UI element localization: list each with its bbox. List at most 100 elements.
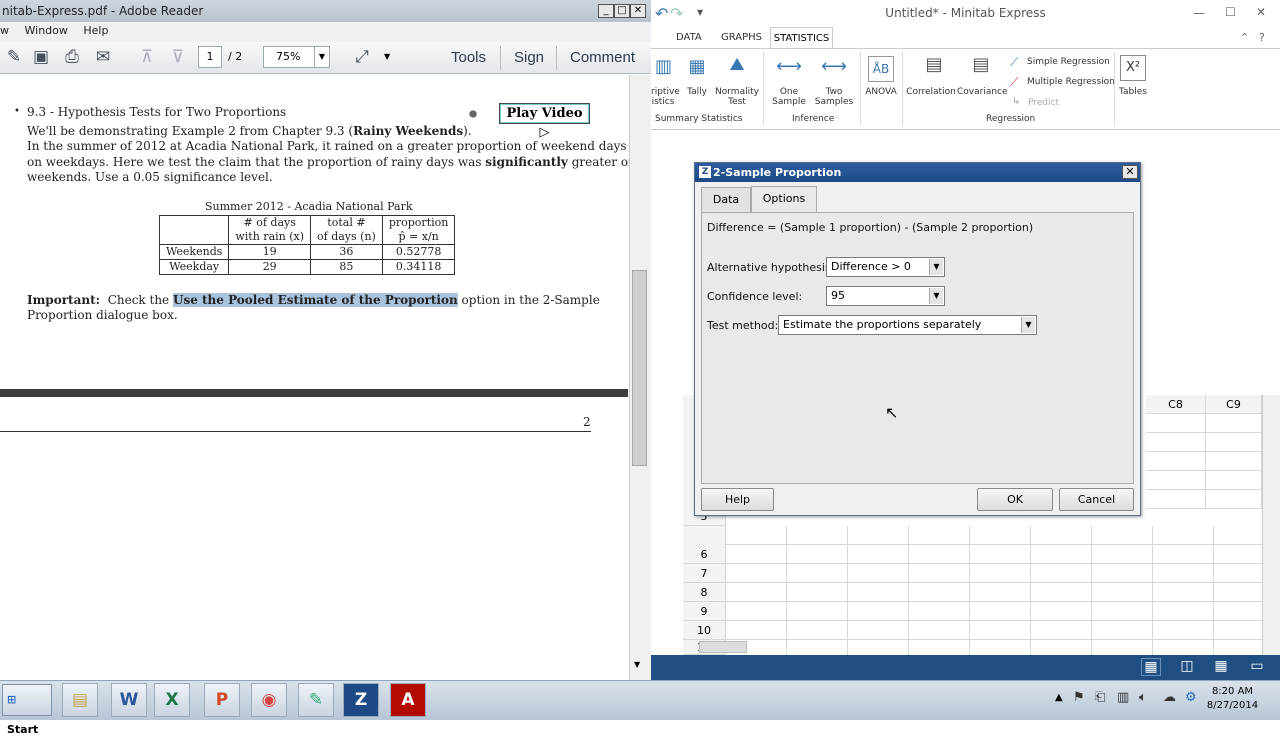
file-explorer-icon[interactable]: ▤	[62, 683, 98, 717]
chrome-icon[interactable]: ◉	[251, 683, 287, 717]
cloud-icon[interactable]: ☁	[1163, 690, 1176, 705]
row-header-6[interactable]: 6	[683, 545, 726, 564]
cancel-button[interactable]: Cancel	[1059, 488, 1134, 511]
grid-cell[interactable]	[1206, 490, 1262, 509]
play-video-button[interactable]: Play Video ▷	[499, 103, 590, 140]
one-sample-icon[interactable]: ⟷	[773, 56, 805, 77]
grid-cell[interactable]	[1146, 433, 1206, 452]
minimize-button[interactable]: —	[1193, 6, 1205, 20]
covariance-icon[interactable]: ▤	[967, 54, 995, 75]
grid-cell[interactable]	[1206, 433, 1262, 452]
grid-cell[interactable]	[1206, 471, 1262, 490]
help-button[interactable]: Help	[701, 488, 774, 511]
tab-graphs[interactable]: GRAPHS	[721, 28, 762, 49]
help-icon[interactable]: ?	[1259, 31, 1265, 44]
multiple-regression-button[interactable]: Multiple Regression	[1027, 77, 1115, 87]
normality-icon[interactable]: ⛰	[722, 54, 752, 75]
save-icon[interactable]: ▣	[29, 46, 53, 68]
correlation-button[interactable]: Correlation	[906, 87, 956, 97]
collapse-ribbon-icon[interactable]: ⌃	[1240, 31, 1249, 44]
network-icon[interactable]: ▥	[1117, 690, 1129, 705]
tables-button[interactable]: Tables	[1116, 87, 1150, 97]
anova-icon[interactable]: ÅB	[868, 56, 894, 82]
menu-item-view[interactable]: w	[0, 24, 9, 37]
minimize-button[interactable]: _	[598, 4, 614, 18]
fit-page-icon[interactable]: ⤢	[350, 46, 374, 68]
comment-button[interactable]: Comment	[570, 49, 635, 66]
flag-icon[interactable]: ⚑	[1073, 690, 1085, 705]
tally-icon[interactable]: ▦	[683, 56, 711, 77]
chevron-down-icon[interactable]: ▼	[314, 47, 329, 67]
tally-button[interactable]: Tally	[680, 87, 714, 97]
descriptive-stats-button[interactable]: riptive istics	[651, 87, 680, 107]
menu-item-window[interactable]: Window	[25, 24, 68, 37]
grid-cell[interactable]	[1146, 471, 1206, 490]
next-page-icon[interactable]: ⊽	[166, 46, 190, 68]
powerpoint-icon[interactable]: P	[204, 683, 240, 717]
alternative-hypothesis-select[interactable]: Difference > 0 ▼	[826, 257, 945, 277]
worksheet-scrollbar[interactable]	[1262, 395, 1280, 655]
undo-icon[interactable]: ↶	[655, 4, 668, 23]
chevron-down-icon[interactable]: ▼	[929, 288, 943, 304]
anova-button[interactable]: ANOVA	[862, 87, 900, 97]
tables-icon[interactable]: X²	[1120, 55, 1146, 81]
grid-cell[interactable]	[1146, 414, 1206, 433]
system-clock[interactable]: 8:20 AM 8/27/2014	[1200, 685, 1265, 713]
chevron-down-icon[interactable]: ▼	[384, 52, 390, 61]
row-header-9[interactable]: 9	[683, 602, 726, 621]
adobe-reader-taskbar-icon[interactable]: A	[390, 683, 426, 717]
print-icon[interactable]: ⎙	[60, 46, 84, 68]
page-number-input[interactable]: 1	[198, 46, 222, 68]
dialog-close-button[interactable]: ✕	[1122, 165, 1138, 179]
chevron-down-icon[interactable]: ▼	[697, 8, 703, 17]
sign-button[interactable]: Sign	[514, 49, 544, 66]
chevron-down-icon[interactable]: ▼	[1021, 317, 1035, 333]
ok-button[interactable]: OK	[977, 488, 1053, 511]
horizontal-scrollbar-thumb[interactable]	[699, 641, 747, 653]
minitab-taskbar-icon[interactable]: Z	[343, 683, 379, 717]
covariance-button[interactable]: Covariance	[957, 87, 1008, 97]
row-header-8[interactable]: 8	[683, 583, 726, 602]
email-icon[interactable]: ✉	[91, 46, 115, 68]
tab-data[interactable]: Data	[701, 187, 751, 212]
one-sample-button[interactable]: One Sample	[768, 87, 810, 107]
scroll-down-icon[interactable]: ▼	[634, 660, 640, 669]
row-header-10[interactable]: 10	[683, 621, 726, 640]
two-samples-button[interactable]: Two Samples	[812, 87, 856, 107]
redo-icon[interactable]: ↷	[670, 4, 683, 23]
grid-cell[interactable]	[1146, 490, 1206, 509]
test-method-select[interactable]: Estimate the proportions separately ▼	[778, 315, 1037, 335]
output-view-icon[interactable]: ▭	[1248, 658, 1266, 676]
tab-options[interactable]: Options	[751, 186, 817, 213]
multiple-regression-icon[interactable]: ⟋	[1010, 75, 1018, 90]
tab-data[interactable]: DATA	[676, 28, 702, 49]
split-view-icon[interactable]: ◫	[1178, 658, 1196, 676]
prev-page-icon[interactable]: ⊼	[135, 46, 159, 68]
device-icon[interactable]: ⎗	[1095, 690, 1105, 705]
show-hidden-icons[interactable]: ▲	[1055, 692, 1063, 703]
row-header-7[interactable]: 7	[683, 564, 726, 583]
start-button[interactable]: ⊞ Start	[2, 684, 52, 736]
excel-icon[interactable]: X	[154, 683, 190, 717]
column-header-c8[interactable]: C8	[1146, 395, 1206, 414]
close-button[interactable]: ✕	[630, 4, 646, 18]
descriptive-stats-icon[interactable]: ▥	[655, 56, 672, 77]
simple-regression-button[interactable]: Simple Regression	[1027, 57, 1110, 67]
simple-regression-icon[interactable]: ⟋	[1010, 55, 1018, 70]
word-icon[interactable]: W	[111, 683, 147, 717]
create-icon[interactable]: ✎	[2, 46, 26, 68]
normality-test-button[interactable]: Normality Test	[715, 87, 759, 107]
two-samples-icon[interactable]: ⟷	[818, 56, 850, 77]
grid-body[interactable]	[726, 526, 1262, 655]
column-header-c9[interactable]: C9	[1206, 395, 1262, 414]
tools-button[interactable]: Tools	[451, 49, 486, 66]
tab-statistics[interactable]: STATISTICS	[770, 27, 833, 49]
confidence-level-select[interactable]: 95 ▼	[826, 286, 945, 306]
scrollbar-thumb[interactable]	[632, 270, 647, 466]
grid-cell[interactable]	[1206, 452, 1262, 471]
maximize-button[interactable]: ☐	[1225, 5, 1236, 19]
volume-icon[interactable]: 🔈︎	[1139, 690, 1147, 705]
chevron-down-icon[interactable]: ▼	[929, 259, 943, 275]
worksheet-view-icon[interactable]: ▦	[1141, 658, 1161, 676]
correlation-icon[interactable]: ▤	[920, 54, 948, 75]
